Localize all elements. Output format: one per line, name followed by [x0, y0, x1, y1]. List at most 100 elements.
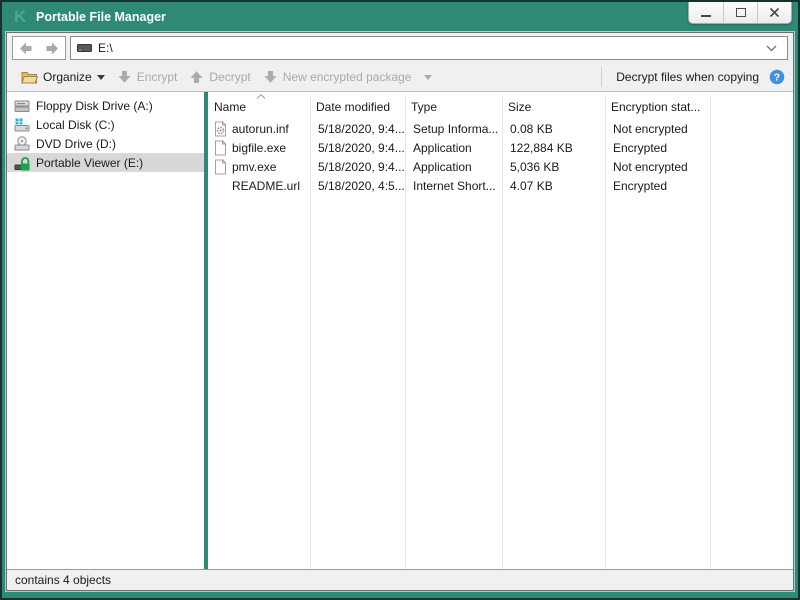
column-header-label: Encryption stat... — [611, 100, 701, 114]
maximize-button[interactable] — [723, 2, 757, 23]
file-type: Application — [413, 140, 472, 155]
drive-label: Floppy Disk Drive (A:) — [36, 98, 153, 113]
drives-sidebar: Floppy Disk Drive (A:) Local Disk (C:) D… — [7, 92, 204, 569]
column-header-label: Name — [214, 100, 247, 114]
file-name: pmv.exe — [232, 159, 277, 174]
file-date-modified: 5/18/2020, 4:5... — [318, 178, 405, 193]
drive-label: Portable Viewer (E:) — [36, 155, 144, 170]
maximize-icon — [735, 8, 746, 17]
column-header[interactable]: Encryption stat... — [605, 92, 710, 119]
forward-button[interactable] — [43, 40, 61, 56]
svg-text:?: ? — [774, 72, 780, 84]
file-encryption-status: Encrypted — [613, 140, 668, 155]
file-icon — [213, 139, 228, 156]
drive-label: DVD Drive (D:) — [36, 136, 116, 151]
sort-ascending-icon — [256, 94, 266, 99]
column-header[interactable]: Date modified — [310, 92, 405, 119]
app-body: E:\ Organize Encrypt Decrypt New encrypt… — [6, 32, 794, 591]
file-size: 122,884 KB — [510, 140, 573, 155]
column-header[interactable]: Type — [405, 92, 502, 119]
new-encrypted-package-button[interactable]: New encrypted package — [257, 67, 439, 87]
file-encryption-status: Not encrypted — [613, 121, 688, 136]
help-button[interactable]: ? — [769, 69, 785, 85]
file-list-panel: Name Date modified Type Size Encryption … — [208, 92, 793, 569]
file-date-modified: 5/18/2020, 9:4... — [318, 159, 405, 174]
file-size: 4.07 KB — [510, 178, 553, 193]
file-row[interactable]: autorun.inf 5/18/2020, 9:4... Setup Info… — [208, 119, 793, 138]
column-header-label: Type — [411, 100, 438, 114]
decrypt-label: Decrypt — [209, 70, 251, 84]
status-bar: contains 4 objects — [7, 569, 793, 590]
toolbar: Organize Encrypt Decrypt New encrypted p… — [7, 63, 793, 91]
column-header-label: Date modified — [316, 100, 391, 114]
file-row[interactable]: bigfile.exe 5/18/2020, 9:4... Applicatio… — [208, 138, 793, 157]
column-header[interactable]: Name — [208, 92, 310, 119]
sidebar-item-drive[interactable]: Portable Viewer (E:) — [7, 153, 204, 172]
toolbar-right-group: Decrypt files when copying ? — [601, 67, 785, 87]
file-date-modified: 5/18/2020, 9:4... — [318, 121, 405, 136]
navigation-bar: E:\ — [7, 33, 793, 63]
sidebar-item-drive[interactable]: Local Disk (C:) — [7, 115, 204, 134]
file-type: Internet Short... — [413, 178, 496, 193]
new-package-label: New encrypted package — [282, 70, 412, 84]
drive-label: Local Disk (C:) — [36, 117, 115, 132]
kaspersky-logo-icon: K — [14, 7, 27, 26]
minimize-button[interactable] — [689, 2, 723, 23]
blank-icon — [213, 178, 228, 194]
file-name: autorun.inf — [232, 121, 289, 136]
file-date-modified: 5/18/2020, 9:4... — [318, 140, 405, 155]
sidebar-item-drive[interactable]: Floppy Disk Drive (A:) — [7, 96, 204, 115]
main-area: Floppy Disk Drive (A:) Local Disk (C:) D… — [7, 91, 793, 569]
forward-arrow-icon — [46, 42, 58, 54]
portable-file-manager-window: K Portable File Manager E:\ Organize Enc… — [0, 0, 800, 600]
floppy-drive-icon — [14, 98, 31, 114]
back-button[interactable] — [17, 40, 35, 56]
decrypt-arrow-up-icon — [190, 71, 203, 83]
encrypt-label: Encrypt — [136, 70, 178, 84]
close-icon — [769, 7, 780, 18]
nav-buttons-group — [12, 36, 66, 60]
titlebar: K Portable File Manager — [2, 2, 798, 32]
file-row[interactable]: README.url 5/18/2020, 4:5... Internet Sh… — [208, 176, 793, 195]
decrypt-button[interactable]: Decrypt — [183, 67, 256, 87]
file-encryption-status: Not encrypted — [613, 159, 688, 174]
setup-file-icon — [213, 120, 228, 137]
file-rows: autorun.inf 5/18/2020, 9:4... Setup Info… — [208, 119, 793, 195]
sidebar-item-drive[interactable]: DVD Drive (D:) — [7, 134, 204, 153]
folder-icon — [21, 72, 38, 84]
file-size: 0.08 KB — [510, 121, 553, 136]
back-arrow-icon — [20, 42, 32, 54]
organize-caret-icon — [96, 74, 105, 80]
package-caret-icon — [424, 74, 433, 80]
help-icon: ? — [769, 69, 785, 85]
encrypt-arrow-down-icon — [118, 71, 131, 83]
locked-drive-icon — [14, 155, 31, 171]
window-title: Portable File Manager — [36, 10, 166, 24]
organize-button[interactable]: Organize — [15, 67, 111, 87]
encrypt-button[interactable]: Encrypt — [111, 67, 184, 87]
list-header: Name Date modified Type Size Encryption … — [208, 92, 793, 119]
window-controls — [688, 2, 792, 24]
file-icon — [213, 158, 228, 175]
drive-icon — [77, 44, 92, 52]
file-name: README.url — [232, 178, 301, 193]
column-header[interactable] — [710, 92, 793, 119]
address-bar[interactable]: E:\ — [70, 36, 788, 60]
file-name: bigfile.exe — [232, 140, 287, 155]
close-button[interactable] — [757, 2, 791, 23]
file-type: Application — [413, 159, 472, 174]
address-text: E:\ — [98, 41, 113, 55]
file-type: Setup Informa... — [413, 121, 499, 136]
decrypt-when-copying-label: Decrypt files when copying — [616, 70, 759, 84]
minimize-icon — [701, 14, 711, 17]
file-size: 5,036 KB — [510, 159, 560, 174]
column-header[interactable]: Size — [502, 92, 605, 119]
dvd-drive-icon — [14, 135, 31, 152]
file-row[interactable]: pmv.exe 5/18/2020, 9:4... Application 5,… — [208, 157, 793, 176]
local-disk-icon — [14, 117, 31, 133]
organize-label: Organize — [43, 70, 92, 84]
chevron-down-icon — [766, 45, 777, 51]
status-text: contains 4 objects — [15, 573, 112, 587]
column-header-label: Size — [508, 100, 532, 114]
address-dropdown-button[interactable] — [762, 45, 781, 52]
